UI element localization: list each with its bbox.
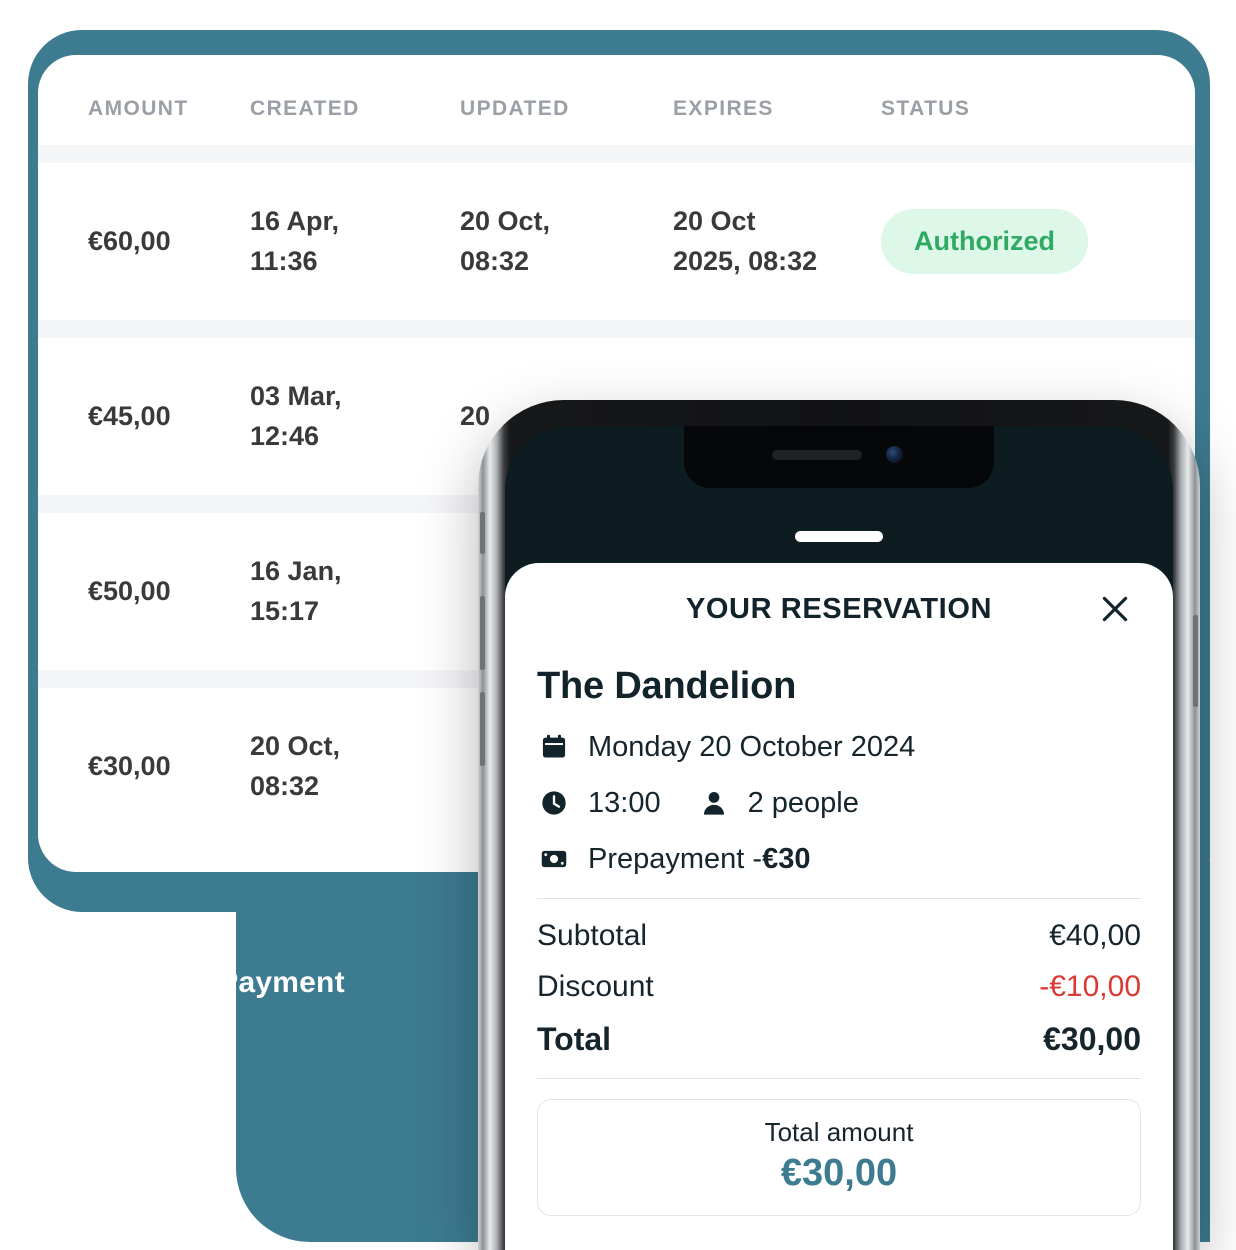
subtotal-row: Subtotal €40,00 (537, 919, 1141, 953)
banknote-icon (537, 842, 571, 876)
phone-volume-up-button[interactable] (480, 596, 485, 670)
calendar-icon (537, 730, 571, 764)
front-camera-icon (886, 446, 903, 463)
cell-created-time: 08:32 (250, 770, 320, 801)
reservation-date: Monday 20 October 2024 (588, 730, 916, 763)
total-amount-value: €30,00 (780, 1152, 898, 1194)
column-header-status: STATUS (881, 97, 971, 120)
total-label: Total (537, 1021, 612, 1057)
sheet-divider (537, 898, 1141, 899)
reservation-time: 13:00 (588, 786, 661, 819)
discount-value: -€10,00 (1039, 970, 1141, 1003)
reservation-prepayment-row: Prepayment - €30 (537, 842, 1141, 876)
cell-created-date: 16 Apr, (250, 206, 340, 237)
cell-expires: 20 Oct 2025, 08:32 (673, 202, 881, 281)
prepayment-label: Prepayment - (588, 842, 763, 875)
discount-label: Discount (537, 970, 654, 1003)
cell-created: 03 Mar, 12:46 (250, 377, 460, 456)
total-amount-box: Total amount €30,00 (537, 1099, 1141, 1216)
column-header-expires: EXPIRES (673, 97, 774, 120)
total-amount-label: Total amount (764, 1117, 914, 1147)
cell-amount: €30,00 (88, 750, 171, 781)
table-row[interactable]: €60,00 16 Apr, 11:36 20 Oct, 08:32 20 Oc… (38, 163, 1195, 320)
earpiece-speaker-icon (772, 450, 862, 460)
row-divider (38, 145, 1195, 163)
reservation-sheet: YOUR RESERVATION The Dandelion Monday 20… (505, 563, 1173, 1250)
person-icon (697, 786, 731, 820)
new-payment-button[interactable]: + New Payment (38, 920, 428, 1045)
cell-created: 16 Apr, 11:36 (250, 202, 460, 281)
screenshot-root: AMOUNT CREATED UPDATED EXPIRES STATUS €6… (0, 0, 1236, 1250)
table-header-row: AMOUNT CREATED UPDATED EXPIRES STATUS (38, 55, 1195, 145)
cell-expires-date: 20 Oct (673, 206, 756, 237)
prepayment-amount: €30 (762, 842, 811, 875)
column-header-amount: AMOUNT (88, 97, 189, 120)
total-value: €30,00 (1043, 1021, 1141, 1057)
phone-notch (684, 426, 994, 488)
clock-icon (537, 786, 571, 820)
discount-row: Discount -€10,00 (537, 970, 1141, 1004)
column-header-updated: UPDATED (460, 97, 570, 120)
cell-updated-date: 20 Oct, (460, 206, 551, 237)
cell-expires-time: 2025, 08:32 (673, 245, 818, 276)
subtotal-value: €40,00 (1049, 919, 1141, 952)
phone-mute-switch[interactable] (480, 512, 485, 554)
column-header-created: CREATED (250, 97, 360, 120)
phone-volume-down-button[interactable] (480, 692, 485, 766)
subtotal-label: Subtotal (537, 919, 648, 952)
cell-created: 20 Oct, 08:32 (250, 727, 460, 806)
venue-name: The Dandelion (537, 665, 797, 707)
cell-created-time: 15:17 (250, 595, 320, 626)
cell-created: 16 Jan, 15:17 (250, 552, 460, 631)
cell-created-time: 11:36 (250, 245, 318, 276)
cell-created-date: 03 Mar, (250, 381, 342, 412)
sheet-divider-bottom (537, 1078, 1141, 1079)
cell-updated-time: 08:32 (460, 245, 530, 276)
phone-screen: YOUR RESERVATION The Dandelion Monday 20… (505, 426, 1173, 1250)
phone-mockup: YOUR RESERVATION The Dandelion Monday 20… (478, 400, 1200, 1250)
cell-amount: €60,00 (88, 225, 171, 256)
reservation-people: 2 people (747, 786, 859, 819)
cell-amount: €45,00 (88, 400, 171, 431)
row-divider (38, 320, 1195, 338)
sheet-drag-handle[interactable] (795, 531, 883, 542)
cell-created-time: 12:46 (250, 420, 320, 451)
status-badge: Authorized (881, 209, 1088, 274)
reservation-time-people-row: 13:00 2 people (537, 786, 1141, 820)
cell-created-date: 16 Jan, (250, 556, 342, 587)
phone-power-button[interactable] (1193, 615, 1198, 707)
sheet-header: YOUR RESERVATION (537, 563, 1141, 655)
close-icon[interactable] (1095, 589, 1135, 629)
cell-status: Authorized (881, 209, 1141, 274)
sheet-title: YOUR RESERVATION (685, 592, 993, 625)
total-row: Total €30,00 (537, 1021, 1141, 1058)
cell-created-date: 20 Oct, (250, 731, 341, 762)
cell-amount: €50,00 (88, 575, 171, 606)
reservation-date-row: Monday 20 October 2024 (537, 730, 1141, 764)
cell-updated: 20 Oct, 08:32 (460, 202, 673, 281)
